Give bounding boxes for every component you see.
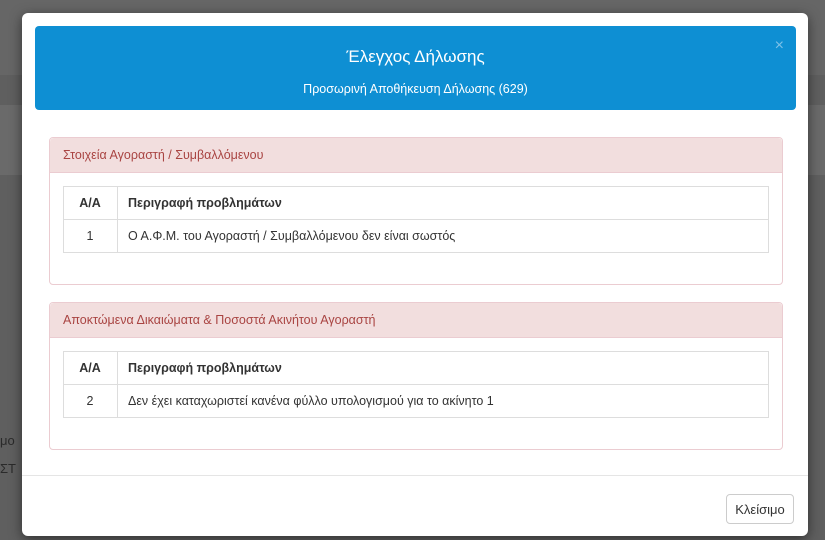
column-header-aa: Α/Α xyxy=(63,186,118,220)
panel-heading: Στοιχεία Αγοραστή / Συμβαλλόμενου xyxy=(50,138,782,173)
row-description: Ο Α.Φ.Μ. του Αγοραστή / Συμβαλλόμενου δε… xyxy=(117,219,769,253)
buyer-details-panel: Στοιχεία Αγοραστή / Συμβαλλόμενου Α/Α Πε… xyxy=(49,137,783,285)
modal-title: Έλεγχος Δήλωσης xyxy=(346,47,485,66)
table-row: 1 Ο Α.Φ.Μ. του Αγοραστή / Συμβαλλόμενου … xyxy=(63,219,769,253)
background-text-fragment: ΣΤ xyxy=(0,461,16,476)
modal-footer-divider xyxy=(22,475,808,476)
row-description: Δεν έχει καταχωριστεί κανένα φύλλο υπολο… xyxy=(117,384,769,418)
modal-subtitle: Προσωρινή Αποθήκευση Δήλωσης (629) xyxy=(303,82,528,96)
problems-table: Α/Α Περιγραφή προβλημάτων 1 Ο Α.Φ.Μ. του… xyxy=(63,186,769,253)
table-header-row: Α/Α Περιγραφή προβλημάτων xyxy=(63,351,769,385)
panel-heading: Αποκτώμενα Δικαιώματα & Ποσοστά Ακινήτου… xyxy=(50,303,782,338)
close-icon[interactable]: × xyxy=(775,38,784,54)
column-header-aa: Α/Α xyxy=(63,351,118,385)
modal-header: Έλεγχος Δήλωσης Προσωρινή Αποθήκευση Δήλ… xyxy=(35,26,796,110)
column-header-description: Περιγραφή προβλημάτων xyxy=(117,186,769,220)
background-text-fragment: μο xyxy=(0,433,15,448)
close-button[interactable]: Κλείσιμο xyxy=(726,494,794,524)
column-header-description: Περιγραφή προβλημάτων xyxy=(117,351,769,385)
table-row: 2 Δεν έχει καταχωριστεί κανένα φύλλο υπο… xyxy=(63,384,769,418)
property-rights-panel: Αποκτώμενα Δικαιώματα & Ποσοστά Ακινήτου… xyxy=(49,302,783,450)
table-header-row: Α/Α Περιγραφή προβλημάτων xyxy=(63,186,769,220)
row-aa: 2 xyxy=(63,384,118,418)
row-aa: 1 xyxy=(63,219,118,253)
problems-table: Α/Α Περιγραφή προβλημάτων 2 Δεν έχει κατ… xyxy=(63,351,769,418)
validation-modal: Έλεγχος Δήλωσης Προσωρινή Αποθήκευση Δήλ… xyxy=(22,13,808,536)
